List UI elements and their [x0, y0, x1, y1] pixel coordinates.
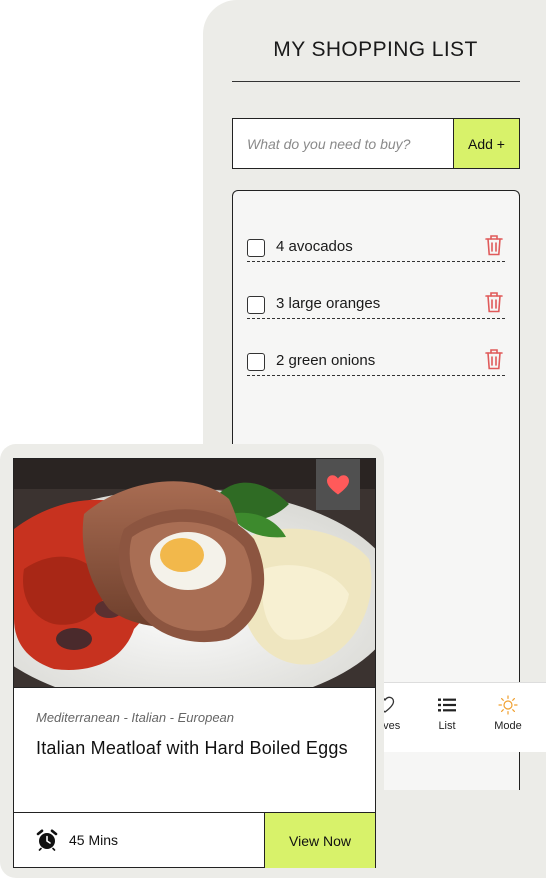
list-icon — [438, 698, 456, 712]
item-label: 3 large oranges — [276, 295, 381, 312]
trash-icon[interactable] — [485, 348, 503, 370]
item-checkbox[interactable] — [247, 296, 265, 314]
sun-icon — [498, 695, 518, 715]
trash-icon[interactable] — [485, 234, 503, 256]
nav-item-mode[interactable]: Mode — [480, 695, 536, 732]
recipe-photo — [14, 459, 375, 688]
recipe-title: Italian Meatloaf with Hard Boiled Eggs — [36, 738, 348, 758]
item-label: 4 avocados — [276, 238, 353, 255]
cook-time: 45 Mins — [69, 832, 119, 848]
recipe-card: Mediterranean - Italian - European Itali… — [13, 458, 376, 868]
item-label: 2 green onions — [276, 352, 376, 369]
trash-icon[interactable] — [485, 291, 503, 313]
recipe-tags: Mediterranean - Italian - European — [36, 710, 235, 725]
title-divider — [232, 81, 520, 82]
list-item: 2 green onions — [247, 319, 505, 376]
item-checkbox[interactable] — [247, 353, 265, 371]
alarm-clock-icon — [36, 829, 58, 851]
item-input[interactable] — [233, 119, 453, 168]
list-item: 4 avocados — [247, 205, 505, 262]
page-title: MY SHOPPING LIST — [273, 38, 478, 61]
heart-icon — [327, 474, 349, 494]
nav-label: Mode — [494, 720, 522, 732]
item-checkbox[interactable] — [247, 239, 265, 257]
nav-item-list[interactable]: List — [419, 695, 475, 732]
favorite-button[interactable] — [316, 459, 360, 510]
add-item-form: Add + — [232, 118, 520, 169]
recipe-card-container: Mediterranean - Italian - European Itali… — [0, 444, 384, 878]
nav-label: List — [438, 720, 456, 732]
recipe-footer: 45 Mins View Now — [14, 812, 375, 868]
add-button[interactable]: Add + — [453, 119, 519, 168]
view-now-button[interactable]: View Now — [264, 813, 375, 868]
list-item: 3 large oranges — [247, 262, 505, 319]
